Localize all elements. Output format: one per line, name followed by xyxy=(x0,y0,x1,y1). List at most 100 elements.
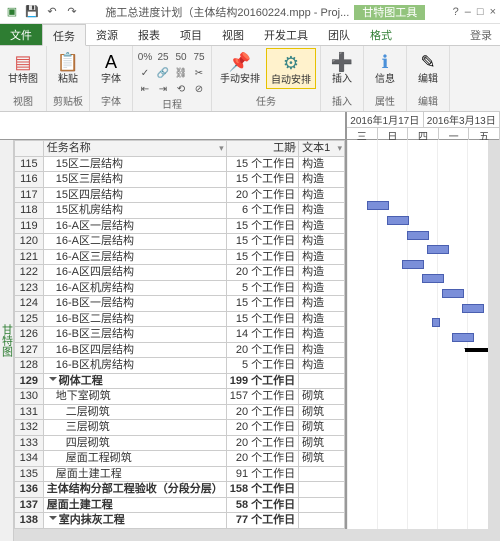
cell-text1[interactable]: 构造 xyxy=(299,249,345,265)
cell-duration[interactable]: 20 个工作日 xyxy=(226,435,298,451)
table-row[interactable]: 12016-A区二层结构15 个工作日构造 xyxy=(15,234,345,250)
cell-id[interactable]: 124 xyxy=(15,296,44,312)
table-row[interactable]: 131二层砌筑20 个工作日砌筑 xyxy=(15,404,345,420)
maximize-icon[interactable]: □ xyxy=(477,6,484,18)
cell-id[interactable]: 119 xyxy=(15,218,44,234)
cell-name[interactable]: 16-A区一层结构 xyxy=(43,218,226,234)
cell-duration[interactable]: 20 个工作日 xyxy=(226,342,298,358)
cell-text1[interactable]: 构造 xyxy=(299,342,345,358)
cell-text1[interactable] xyxy=(299,482,345,498)
gantt-bar[interactable] xyxy=(387,216,409,225)
indent-icon[interactable]: ⇥ xyxy=(155,82,171,96)
gantt-bar[interactable] xyxy=(462,304,484,313)
cell-text1[interactable]: 砌筑 xyxy=(299,451,345,467)
table-row[interactable]: 12716-B区四层结构20 个工作日构造 xyxy=(15,342,345,358)
split-icon[interactable]: ✂ xyxy=(191,66,207,80)
tab-task[interactable]: 任务 xyxy=(42,24,86,46)
tab-file[interactable]: 文件 xyxy=(0,24,42,45)
cell-name[interactable]: 主体结构分部工程验收（分段分层） xyxy=(43,482,226,498)
cell-name[interactable]: 16-A区二层结构 xyxy=(43,234,226,250)
respect-icon[interactable]: ⟲ xyxy=(173,82,189,96)
cell-text1[interactable]: 构造 xyxy=(299,218,345,234)
cell-text1[interactable]: 构造 xyxy=(299,187,345,203)
cell-name[interactable]: 三层砌筑 xyxy=(43,420,226,436)
cell-duration[interactable]: 15 个工作日 xyxy=(226,296,298,312)
cell-duration[interactable]: 77 个工作日 xyxy=(226,513,298,529)
manual-schedule-button[interactable]: 📌手动安排 xyxy=(216,48,264,87)
table-row[interactable]: 12816-B区机房结构5 个工作日构造 xyxy=(15,358,345,374)
table-row[interactable]: 12516-B区二层结构15 个工作日构造 xyxy=(15,311,345,327)
col-id[interactable] xyxy=(15,141,44,157)
cell-text1[interactable]: 构造 xyxy=(299,296,345,312)
tab-developer[interactable]: 开发工具 xyxy=(254,24,318,45)
cell-text1[interactable] xyxy=(299,513,345,529)
cell-id[interactable]: 136 xyxy=(15,482,44,498)
col-duration[interactable]: 工期 xyxy=(226,141,298,157)
help-icon[interactable]: ? xyxy=(453,6,459,18)
cell-id[interactable]: 122 xyxy=(15,265,44,281)
cell-id[interactable]: 116 xyxy=(15,172,44,188)
table-row[interactable]: 11916-A区一层结构15 个工作日构造 xyxy=(15,218,345,234)
cell-id[interactable]: 130 xyxy=(15,389,44,405)
gantt-view-button[interactable]: ▤甘特图 xyxy=(4,48,42,87)
gantt-chart[interactable] xyxy=(347,140,500,541)
col-name[interactable]: 任务名称 xyxy=(43,141,226,157)
cell-duration[interactable]: 158 个工作日 xyxy=(226,482,298,498)
scrollbar-vertical[interactable] xyxy=(488,140,500,529)
tab-project[interactable]: 项目 xyxy=(170,24,212,45)
cell-text1[interactable]: 砌筑 xyxy=(299,389,345,405)
cell-id[interactable]: 126 xyxy=(15,327,44,343)
paste-button[interactable]: 📋粘贴 xyxy=(51,48,85,87)
minimize-icon[interactable]: – xyxy=(465,6,471,18)
table-row[interactable]: 135屋面土建工程91 个工作日 xyxy=(15,466,345,482)
cell-duration[interactable]: 20 个工作日 xyxy=(226,265,298,281)
cell-text1[interactable]: 构造 xyxy=(299,203,345,219)
cell-name[interactable]: 16-B区一层结构 xyxy=(43,296,226,312)
cell-text1[interactable]: 砌筑 xyxy=(299,420,345,436)
pct50-icon[interactable]: 50 xyxy=(173,50,189,64)
insert-button[interactable]: ➕插入 xyxy=(325,48,359,87)
cell-id[interactable]: 117 xyxy=(15,187,44,203)
pct25-icon[interactable]: 25 xyxy=(155,50,171,64)
gantt-bar[interactable] xyxy=(432,318,440,327)
cell-id[interactable]: 129 xyxy=(15,373,44,389)
cell-text1[interactable]: 砌筑 xyxy=(299,435,345,451)
gantt-bar[interactable] xyxy=(427,245,449,254)
cell-id[interactable]: 137 xyxy=(15,497,44,513)
tab-team[interactable]: 团队 xyxy=(318,24,360,45)
cell-name[interactable]: 四层砌筑 xyxy=(43,435,226,451)
inactivate-icon[interactable]: ⊘ xyxy=(191,82,207,96)
gantt-bar[interactable] xyxy=(452,333,474,342)
unlink-icon[interactable]: ⛓ xyxy=(173,66,189,80)
cell-text1[interactable] xyxy=(299,373,345,389)
cell-name[interactable]: 15区四层结构 xyxy=(43,187,226,203)
cell-text1[interactable]: 构造 xyxy=(299,172,345,188)
cell-id[interactable]: 133 xyxy=(15,435,44,451)
cell-duration[interactable]: 58 个工作日 xyxy=(226,497,298,513)
cell-name[interactable]: 16-B区机房结构 xyxy=(43,358,226,374)
tab-report[interactable]: 报表 xyxy=(128,24,170,45)
cell-id[interactable]: 120 xyxy=(15,234,44,250)
cell-duration[interactable]: 15 个工作日 xyxy=(226,234,298,250)
cell-id[interactable]: 121 xyxy=(15,249,44,265)
cell-duration[interactable]: 157 个工作日 xyxy=(226,389,298,405)
cell-duration[interactable]: 14 个工作日 xyxy=(226,327,298,343)
cell-text1[interactable]: 构造 xyxy=(299,156,345,172)
table-row[interactable]: 137屋面土建工程58 个工作日 xyxy=(15,497,345,513)
cell-text1[interactable]: 构造 xyxy=(299,358,345,374)
cell-duration[interactable]: 15 个工作日 xyxy=(226,249,298,265)
pct100-icon[interactable]: ✓ xyxy=(137,66,153,80)
cell-duration[interactable]: 20 个工作日 xyxy=(226,420,298,436)
col-text1[interactable]: 文本1 xyxy=(299,141,345,157)
cell-name[interactable]: 屋面工程砌筑 xyxy=(43,451,226,467)
font-button[interactable]: A字体 xyxy=(94,48,128,87)
table-row[interactable]: 12216-A区四层结构20 个工作日构造 xyxy=(15,265,345,281)
cell-text1[interactable]: 构造 xyxy=(299,265,345,281)
tab-view[interactable]: 视图 xyxy=(212,24,254,45)
cell-text1[interactable]: 构造 xyxy=(299,311,345,327)
table-row[interactable]: 130地下室砌筑157 个工作日砌筑 xyxy=(15,389,345,405)
table-row[interactable]: 11715区四层结构20 个工作日构造 xyxy=(15,187,345,203)
cell-name[interactable]: 16-A区机房结构 xyxy=(43,280,226,296)
table-row[interactable]: 138室内抹灰工程77 个工作日 xyxy=(15,513,345,529)
cell-name[interactable]: 16-B区四层结构 xyxy=(43,342,226,358)
